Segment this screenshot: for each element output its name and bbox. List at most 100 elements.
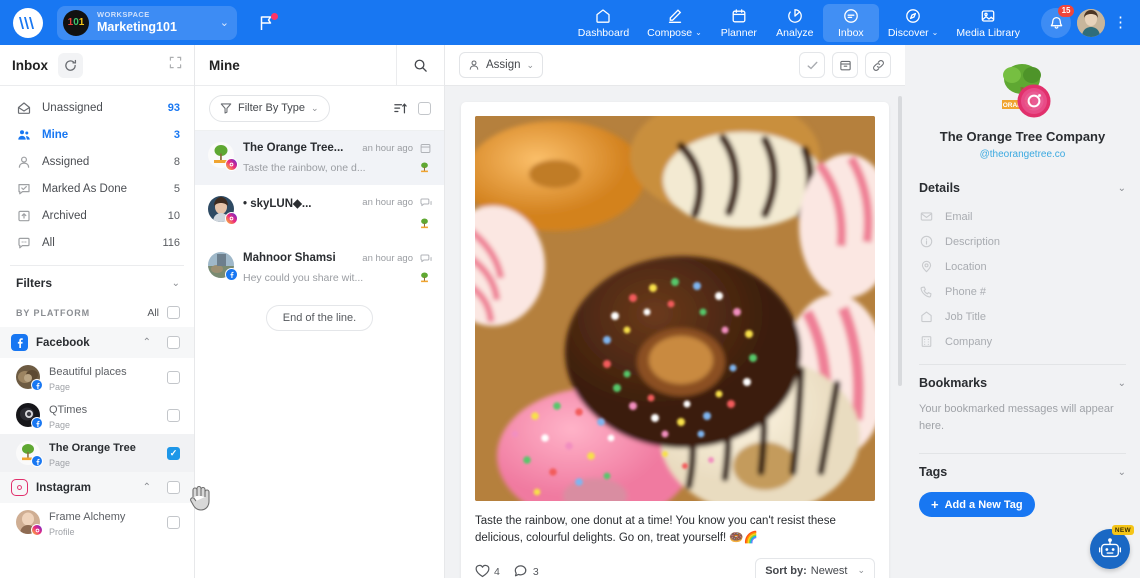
nav-item-planner[interactable]: Planner xyxy=(711,4,767,42)
briefcase-icon xyxy=(919,310,934,323)
sidebar-item-marked-as-done[interactable]: Marked As Done 5 xyxy=(0,175,194,202)
list-item[interactable]: The Orange Tree... an hour ago Taste the… xyxy=(195,131,444,185)
avatar xyxy=(16,510,43,536)
brand-logo[interactable] xyxy=(13,7,43,38)
bookmarks-section-header[interactable]: Bookmarks ⌄ xyxy=(905,365,1140,399)
chatbot-button[interactable]: NEW xyxy=(1090,525,1134,569)
account-checkbox[interactable] xyxy=(167,515,180,529)
sidebar-item-count: 116 xyxy=(162,236,180,249)
platform-checkbox-instagram[interactable] xyxy=(167,481,180,494)
add-new-tag-button[interactable]: + Add a New Tag xyxy=(919,492,1035,518)
donuts-photo xyxy=(475,116,875,501)
filters-section-header[interactable]: Filters ⌄ xyxy=(0,266,194,300)
chevron-up-icon[interactable]: ⌃ xyxy=(143,482,151,493)
like-stat[interactable]: 4 xyxy=(475,564,500,578)
detail-row-email[interactable]: Email xyxy=(905,204,1140,229)
archive-button[interactable] xyxy=(832,52,858,78)
right-sidebar: ORANGE The Orange Tree Company @theorang… xyxy=(905,45,1140,578)
nav-item-discover[interactable]: Discover ⌄ xyxy=(879,4,948,42)
select-all-messages-checkbox[interactable] xyxy=(418,101,431,115)
account-row-frame-alchemy[interactable]: Frame Alchemy Profile xyxy=(0,503,194,541)
funnel-icon xyxy=(220,103,232,114)
list-item-bottom: Taste the rainbow, one d... xyxy=(243,161,432,174)
message-preview: Hey could you share wit... xyxy=(243,272,364,284)
bookmarks-empty-text: Your bookmarked messages will appear her… xyxy=(919,403,1114,433)
flag-button[interactable] xyxy=(259,12,278,31)
platform-header-instagram[interactable]: Instagram ⌃ xyxy=(0,472,194,503)
message-list-title: Mine xyxy=(209,57,240,73)
account-texts: The Orange Tree Page xyxy=(49,438,158,468)
nav-item-compose[interactable]: Compose ⌄ xyxy=(638,4,711,42)
account-tree-icon xyxy=(417,271,432,284)
nav-item-analyze[interactable]: Analyze xyxy=(767,4,823,42)
like-count: 4 xyxy=(494,565,500,578)
chevron-up-icon[interactable]: ⌃ xyxy=(143,337,151,348)
avatar[interactable] xyxy=(1077,8,1105,37)
account-texts: Frame Alchemy Profile xyxy=(49,507,158,537)
platform-checkbox-facebook[interactable] xyxy=(167,336,180,349)
detail-label: Location xyxy=(945,260,987,273)
search-button[interactable] xyxy=(396,44,444,86)
detail-label: Description xyxy=(945,235,1001,248)
chevron-down-icon: ⌄ xyxy=(1117,466,1126,478)
filter-by-type-dropdown[interactable]: Filter By Type ⌄ xyxy=(209,94,330,122)
detail-row-company[interactable]: Company xyxy=(905,329,1140,354)
main-nav-items: Dashboard Compose ⌄ Planner Analyze Inbo… xyxy=(569,3,1029,42)
detail-row-job-title[interactable]: Job Title xyxy=(905,304,1140,329)
account-checkbox[interactable] xyxy=(167,446,180,460)
link-icon xyxy=(872,59,884,71)
list-item-bottom xyxy=(243,217,432,230)
notifications-button[interactable]: 15 xyxy=(1041,4,1074,38)
sidebar-item-label: All xyxy=(42,236,55,249)
sort-button[interactable] xyxy=(393,101,408,116)
post-text: Taste the rainbow, one donut at a time! … xyxy=(475,515,836,545)
sidebar-item-archived[interactable]: Archived 10 xyxy=(0,202,194,229)
tags-section-header[interactable]: Tags ⌄ xyxy=(905,454,1140,488)
message-list-header: Mine xyxy=(195,44,444,86)
facebook-icon xyxy=(31,379,43,391)
details-list: Email Description Location Phone # Job T… xyxy=(905,204,1140,354)
chevron-down-icon: ⌄ xyxy=(931,28,939,37)
nav-item-inbox[interactable]: Inbox xyxy=(822,3,879,42)
sidebar-item-label: Marked As Done xyxy=(42,182,128,195)
left-sidebar: Inbox Unassigned 93 Mine 3 Assigned 8 Ma… xyxy=(0,45,195,578)
account-name: Frame Alchemy xyxy=(49,511,126,524)
chevron-down-icon: ⌄ xyxy=(1117,182,1126,194)
sidebar-item-unassigned[interactable]: Unassigned 93 xyxy=(0,94,194,121)
comment-stat[interactable]: 3 xyxy=(514,564,539,578)
sidebar-item-all[interactable]: All 116 xyxy=(0,229,194,256)
platform-header-facebook[interactable]: Facebook ⌃ xyxy=(0,327,194,358)
scrollbar-thumb[interactable] xyxy=(898,96,902,386)
details-section-header[interactable]: Details ⌄ xyxy=(905,170,1140,204)
conversation-scroll[interactable]: Taste the rainbow, one donut at a time! … xyxy=(445,86,905,578)
profile-handle[interactable]: @theorangetree.co xyxy=(905,149,1140,160)
sidebar-item-count: 3 xyxy=(173,128,180,141)
account-checkbox[interactable] xyxy=(167,370,180,384)
account-row-beautiful-places[interactable]: Beautiful places Page xyxy=(0,358,194,396)
sidebar-item-mine[interactable]: Mine 3 xyxy=(0,121,194,148)
account-checkbox[interactable] xyxy=(167,408,180,422)
account-type: Page xyxy=(49,381,71,392)
sort-by-dropdown[interactable]: Sort by: Newest ⌄ xyxy=(755,557,875,578)
account-row-the-orange-tree[interactable]: The Orange Tree Page xyxy=(0,434,194,472)
sort-icon xyxy=(394,102,407,113)
detail-row-description[interactable]: Description xyxy=(905,229,1140,254)
account-row-qtimes[interactable]: QTimes Page xyxy=(0,396,194,434)
assign-dropdown[interactable]: Assign ⌄ xyxy=(459,52,544,78)
list-item[interactable]: • skyLUN◆... an hour ago xyxy=(195,185,444,241)
assign-label: Assign xyxy=(486,59,521,71)
nav-item-dashboard[interactable]: Dashboard xyxy=(569,4,638,42)
expand-icon[interactable] xyxy=(169,56,182,74)
nav-item-media-library[interactable]: Media Library xyxy=(947,4,1029,42)
list-item[interactable]: Mahnoor Shamsi an hour ago Hey could you… xyxy=(195,241,444,295)
select-all-platforms-checkbox[interactable] xyxy=(167,306,180,319)
refresh-button[interactable] xyxy=(58,52,83,78)
account-type: Page xyxy=(49,419,71,430)
detail-row-location[interactable]: Location xyxy=(905,254,1140,279)
detail-row-phone[interactable]: Phone # xyxy=(905,279,1140,304)
mark-done-button[interactable] xyxy=(799,52,825,78)
workspace-selector[interactable]: 101 WORKSPACE Marketing101 ⌄ xyxy=(57,5,237,40)
sidebar-item-assigned[interactable]: Assigned 8 xyxy=(0,148,194,175)
more-options-button[interactable]: ⋮ xyxy=(1111,15,1130,30)
link-button[interactable] xyxy=(865,52,891,78)
